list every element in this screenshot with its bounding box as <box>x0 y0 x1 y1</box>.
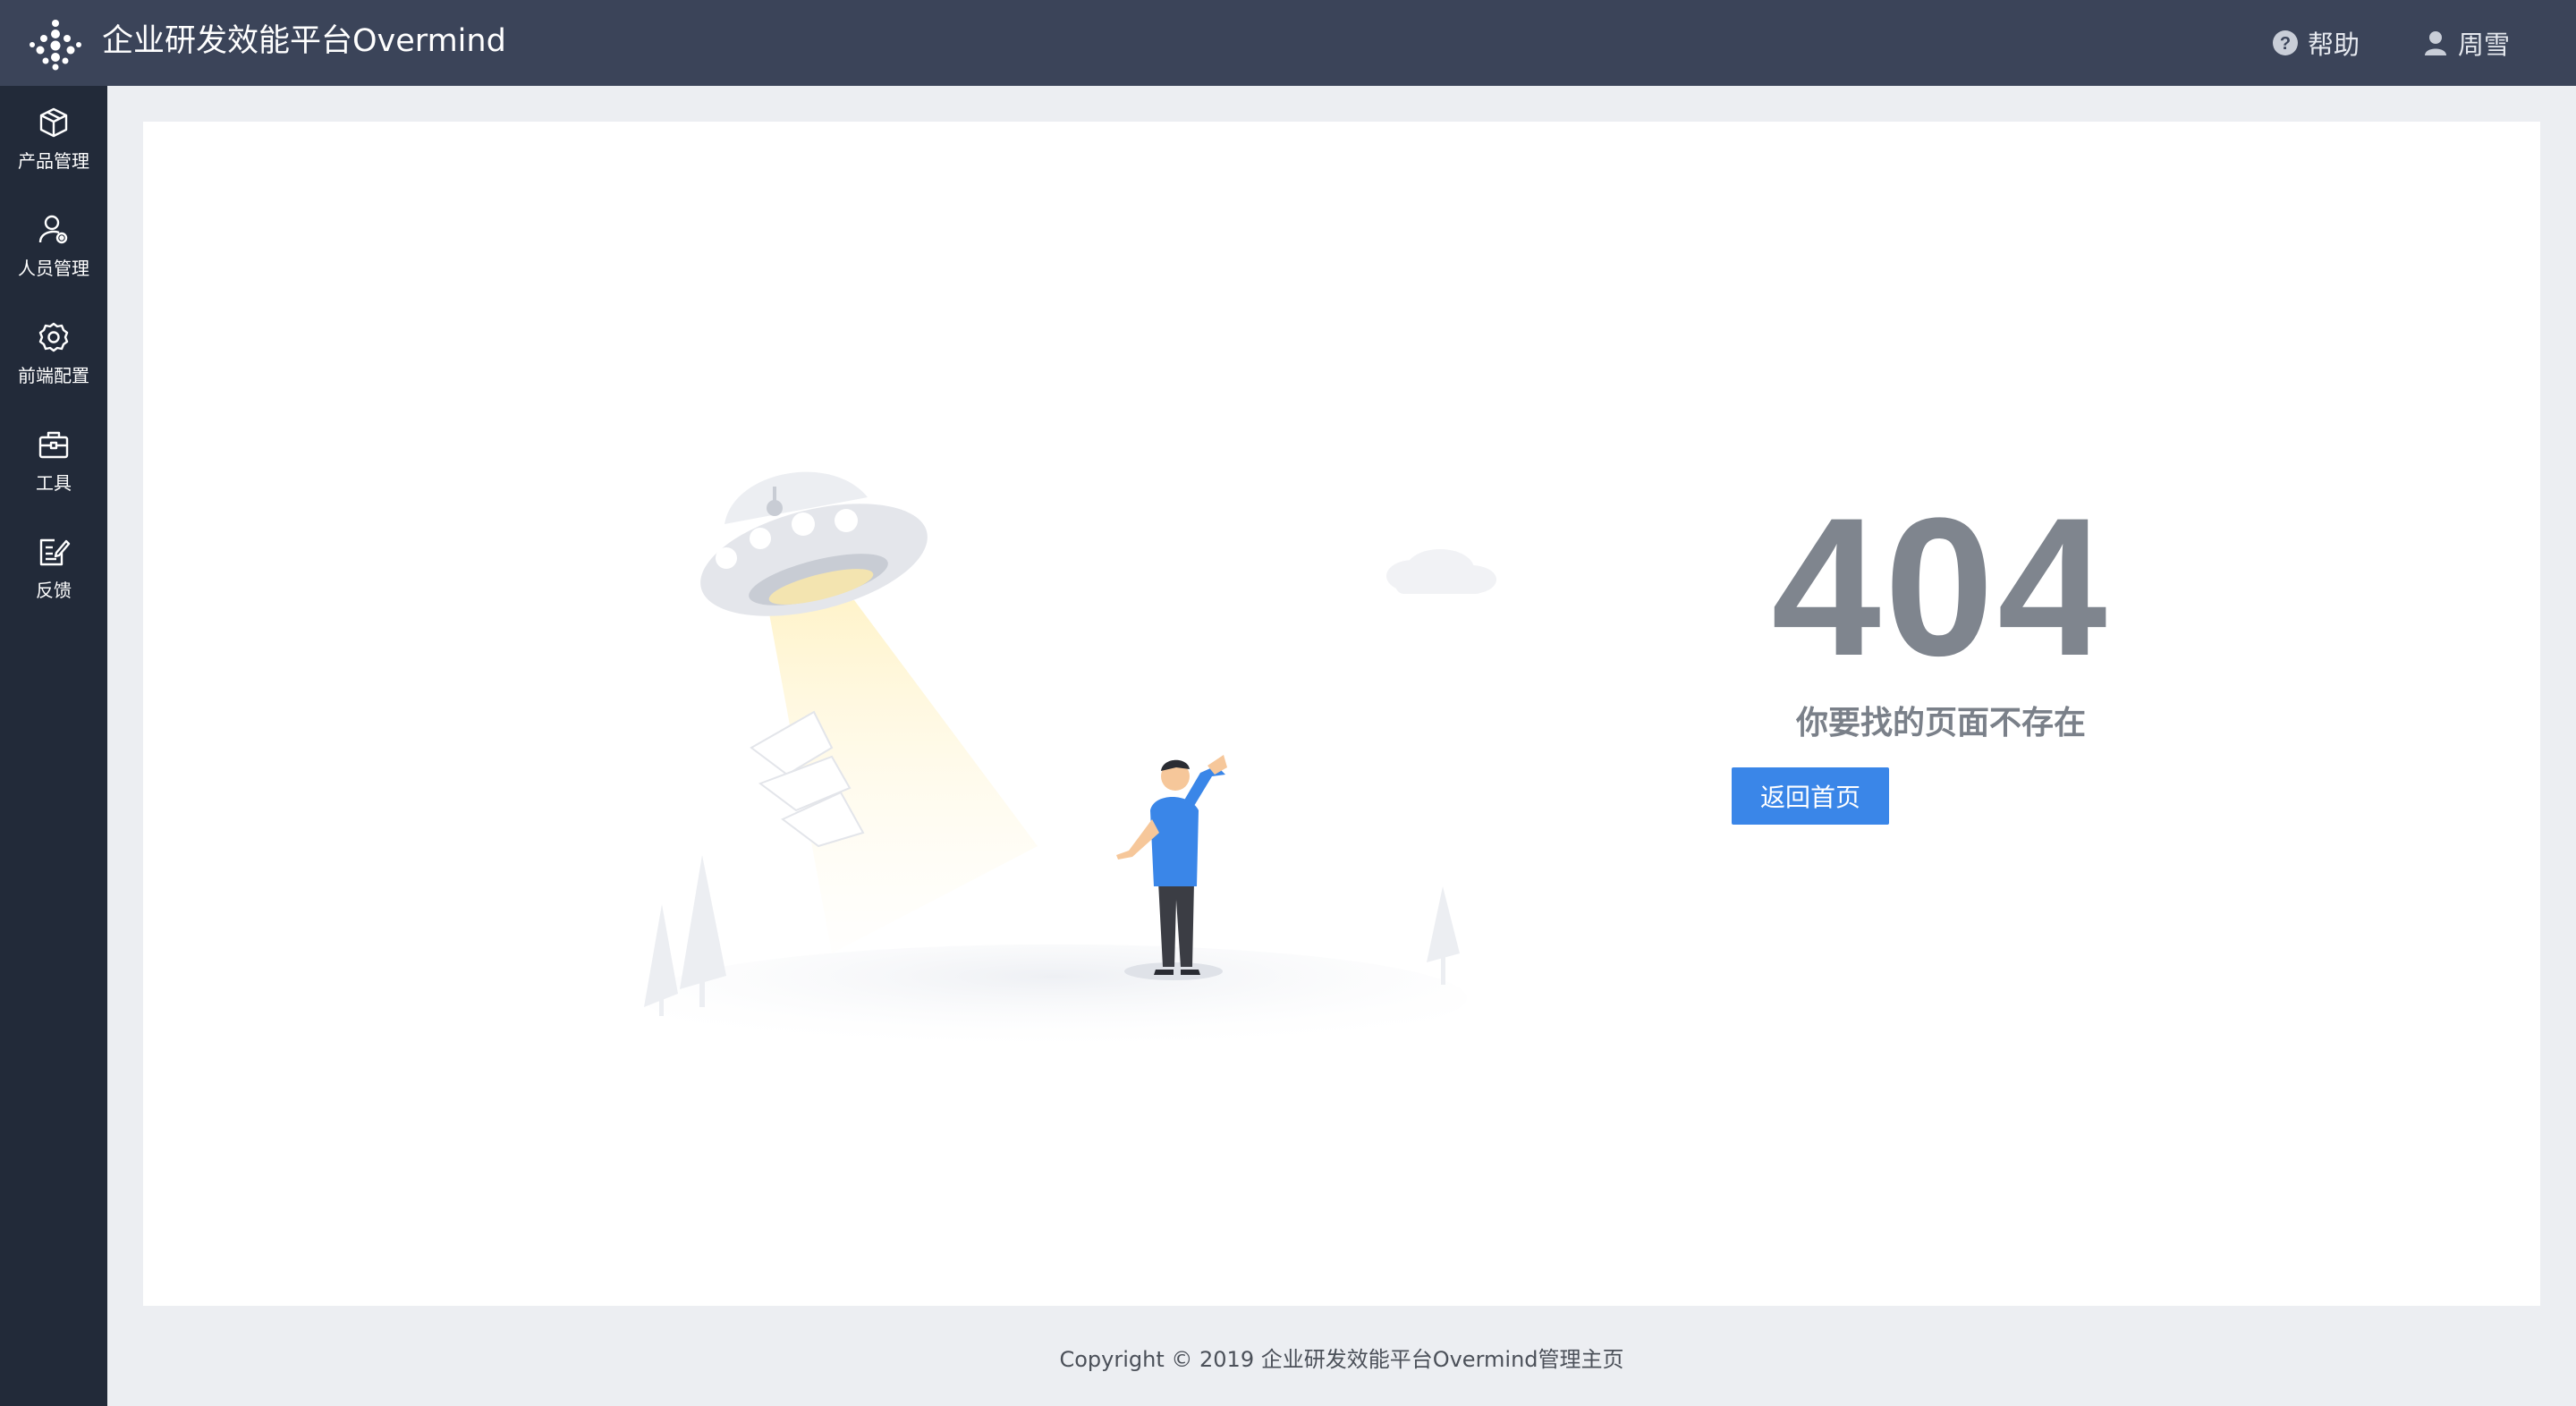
user-name: 周雪 <box>2458 30 2511 60</box>
user-icon <box>2425 31 2446 55</box>
error-code: 404 <box>1771 477 2111 697</box>
sidebar-item-label: 前端配置 <box>18 364 89 386</box>
svg-text:?: ? <box>2280 34 2291 54</box>
help-icon: ? <box>2273 30 2298 55</box>
user-settings-icon <box>38 215 68 243</box>
sidebar-item-people-management[interactable]: 人员管理 <box>0 197 107 295</box>
sidebar-item-tools[interactable]: 工具 <box>0 411 107 510</box>
sidebar: 产品管理 人员管理 前端配置 工具 反馈 <box>0 86 107 1406</box>
sidebar-item-frontend-config[interactable]: 前端配置 <box>0 304 107 402</box>
sidebar-item-label: 产品管理 <box>18 149 89 172</box>
edit-icon <box>39 538 71 565</box>
help-link[interactable]: ? 帮助 <box>2272 21 2360 64</box>
cube-icon <box>39 107 68 137</box>
top-bar: 企业研发效能平台Overmind ? 帮助 周雪 <box>0 0 2576 86</box>
user-menu[interactable]: 周雪 <box>2424 21 2510 64</box>
footer-copyright: Copyright © 2019 企业研发效能平台Overmind管理主页 <box>1059 1347 1624 1372</box>
toolbox-icon <box>38 431 69 458</box>
content-card: 404 你要找的页面不存在 返回首页 <box>143 122 2540 1306</box>
error-message: 你要找的页面不存在 <box>1795 705 2086 741</box>
sidebar-item-label: 人员管理 <box>18 257 89 279</box>
logo-icon <box>30 20 81 71</box>
help-label: 帮助 <box>2308 30 2360 60</box>
sidebar-item-label: 反馈 <box>36 579 72 601</box>
app-title: 企业研发效能平台Overmind <box>102 23 506 59</box>
sidebar-item-product-management[interactable]: 产品管理 <box>0 89 107 188</box>
gear-icon <box>38 322 69 352</box>
ufo-illustration <box>644 471 1496 1052</box>
back-home-button[interactable]: 返回首页 <box>1732 767 1889 825</box>
sidebar-item-feedback[interactable]: 反馈 <box>0 519 107 617</box>
sidebar-item-label: 工具 <box>36 471 72 494</box>
